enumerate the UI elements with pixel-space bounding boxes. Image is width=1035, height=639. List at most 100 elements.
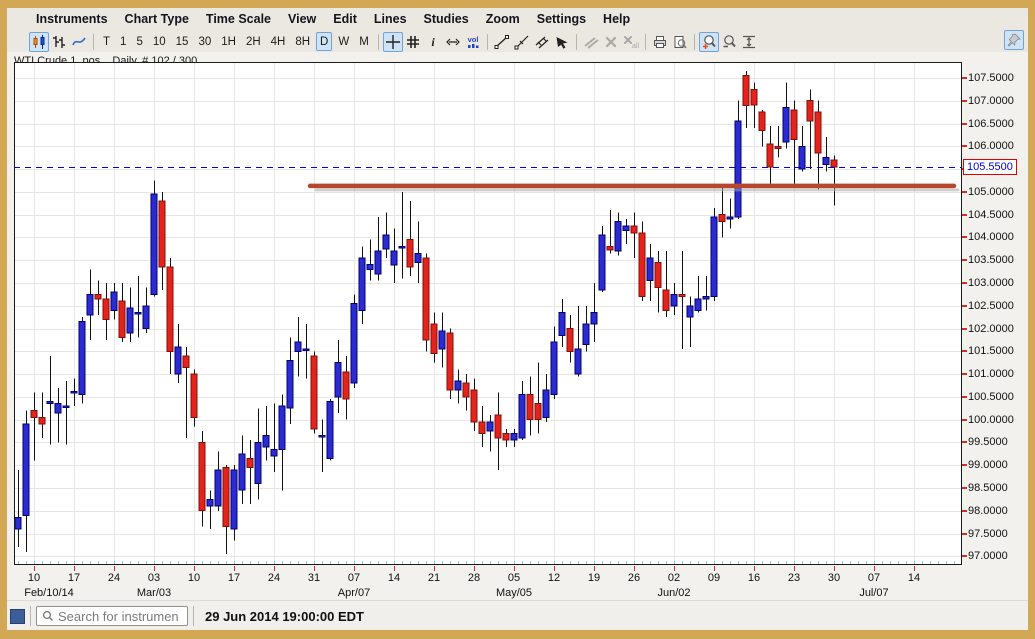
- timeframe-button-5[interactable]: 5: [132, 32, 146, 51]
- price-axis-tick: [962, 77, 967, 79]
- price-axis-tick: [962, 282, 967, 284]
- trend-line-icon: [494, 34, 510, 50]
- date-axis-label: 16: [734, 572, 774, 584]
- date-axis-label: 19: [574, 572, 614, 584]
- line-chart-button[interactable]: [69, 32, 89, 52]
- toolbar-separator: [487, 34, 488, 50]
- trend-ray-tool-button[interactable]: [512, 32, 532, 52]
- price-axis-tick: [962, 533, 967, 535]
- toolbar: T151015301H2H4H8HDWM i vol: [7, 30, 1028, 53]
- crosshair-button[interactable]: [383, 32, 403, 52]
- date-axis-label: 26: [614, 572, 654, 584]
- zoom-in-button[interactable]: [699, 32, 719, 52]
- fit-vertical-range-button[interactable]: [739, 32, 759, 52]
- price-axis-tick: [962, 510, 967, 512]
- price-axis-tick: [962, 373, 967, 375]
- menu-item-help[interactable]: Help: [603, 12, 630, 26]
- trend-line-tool-button[interactable]: [492, 32, 512, 52]
- delete-line-button[interactable]: [601, 32, 621, 52]
- statusbar-separator: [30, 606, 31, 626]
- timeframe-button-15[interactable]: 15: [172, 32, 193, 51]
- month-axis-label: Jun/02: [634, 587, 714, 599]
- date-axis-label: 24: [94, 572, 134, 584]
- grid-button[interactable]: [403, 32, 423, 52]
- price-axis-label: 104.0000: [968, 231, 1014, 243]
- date-axis-label: 24: [254, 572, 294, 584]
- date-axis-label: 21: [414, 572, 454, 584]
- price-axis-tick: [962, 487, 967, 489]
- menu-item-studies[interactable]: Studies: [424, 12, 469, 26]
- timeframe-button-30[interactable]: 30: [194, 32, 215, 51]
- price-axis-label: 97.0000: [968, 550, 1008, 562]
- timeframe-button-10[interactable]: 10: [149, 32, 170, 51]
- delete-all-x-icon: all: [622, 34, 640, 50]
- toolbar-separator: [93, 34, 94, 50]
- menu-item-time-scale[interactable]: Time Scale: [206, 12, 271, 26]
- volume-icon: vol: [465, 34, 481, 50]
- price-axis-label: 100.0000: [968, 414, 1014, 426]
- menu-item-view[interactable]: View: [288, 12, 316, 26]
- price-axis-tick: [962, 100, 967, 102]
- month-axis-label: May/05: [474, 587, 554, 599]
- pin-button[interactable]: [1004, 30, 1024, 50]
- line-chart-icon: [71, 34, 87, 50]
- instrument-color-swatch: [10, 609, 25, 624]
- ohlc-chart-button[interactable]: [49, 32, 69, 52]
- parallel-lines-button[interactable]: [581, 32, 601, 52]
- info-icon: i: [425, 34, 441, 50]
- price-axis-tick: [962, 259, 967, 261]
- fit-vertical-icon: [741, 34, 757, 50]
- print-preview-icon: [672, 34, 688, 50]
- timeframe-button-4h[interactable]: 4H: [267, 32, 290, 51]
- timeframe-button-8h[interactable]: 8H: [291, 32, 314, 51]
- date-axis-label: 07: [334, 572, 374, 584]
- chart-canvas[interactable]: [14, 62, 962, 574]
- parallel-channel-tool-button[interactable]: [532, 32, 552, 52]
- parallel-channel-icon: [534, 34, 550, 50]
- price-axis-label: 101.0000: [968, 368, 1014, 380]
- timeframe-button-m[interactable]: M: [355, 32, 373, 51]
- price-axis-label: 99.5000: [968, 436, 1008, 448]
- date-axis-label: 14: [894, 572, 934, 584]
- timeframe-button-d[interactable]: D: [316, 32, 332, 51]
- current-price-label: 105.5500: [963, 159, 1017, 175]
- delete-all-lines-button[interactable]: all: [621, 32, 641, 52]
- toolbar-separator: [645, 34, 646, 50]
- search-instrument-input[interactable]: [55, 609, 178, 624]
- price-axis-tick: [962, 305, 967, 307]
- timeframe-button-t[interactable]: T: [99, 32, 114, 51]
- grid-icon: [405, 34, 421, 50]
- info-button[interactable]: i: [423, 32, 443, 52]
- arrow-tool-icon: [554, 34, 570, 50]
- pin-icon: [1006, 32, 1022, 48]
- price-axis-label: 107.5000: [968, 72, 1014, 84]
- menu-item-edit[interactable]: Edit: [333, 12, 357, 26]
- menu-item-zoom[interactable]: Zoom: [486, 12, 520, 26]
- date-axis-label: 07: [854, 572, 894, 584]
- zoom-out-button[interactable]: [719, 32, 739, 52]
- timeframe-button-w[interactable]: W: [334, 32, 353, 51]
- month-axis-label: Mar/03: [114, 587, 194, 599]
- menu-item-lines[interactable]: Lines: [374, 12, 407, 26]
- chart-panel: WTI Crude 1. pos. , Daily, # 102 / 300 1…: [7, 52, 1028, 600]
- menu-item-chart-type[interactable]: Chart Type: [125, 12, 189, 26]
- timeframe-button-1h[interactable]: 1H: [217, 32, 240, 51]
- horizontal-pan-button[interactable]: [443, 32, 463, 52]
- price-axis-label: 100.5000: [968, 391, 1014, 403]
- printer-icon: [652, 34, 668, 50]
- arrow-tool-button[interactable]: [552, 32, 572, 52]
- print-preview-button[interactable]: [670, 32, 690, 52]
- candlestick-chart-button[interactable]: [29, 32, 49, 52]
- timeframe-button-2h[interactable]: 2H: [242, 32, 265, 51]
- price-axis-label: 102.0000: [968, 323, 1014, 335]
- parallel-lines-icon: [583, 34, 599, 50]
- menu-item-instruments[interactable]: Instruments: [36, 12, 108, 26]
- print-button[interactable]: [650, 32, 670, 52]
- timeframe-button-1[interactable]: 1: [116, 32, 130, 51]
- price-axis-label: 103.5000: [968, 254, 1014, 266]
- menu-bar: Instruments Chart Type Time Scale View Edit L…: [7, 8, 1028, 30]
- volume-button[interactable]: vol: [463, 32, 483, 52]
- menu-item-settings[interactable]: Settings: [537, 12, 586, 26]
- date-axis-label: 31: [294, 572, 334, 584]
- date-axis-label: 02: [654, 572, 694, 584]
